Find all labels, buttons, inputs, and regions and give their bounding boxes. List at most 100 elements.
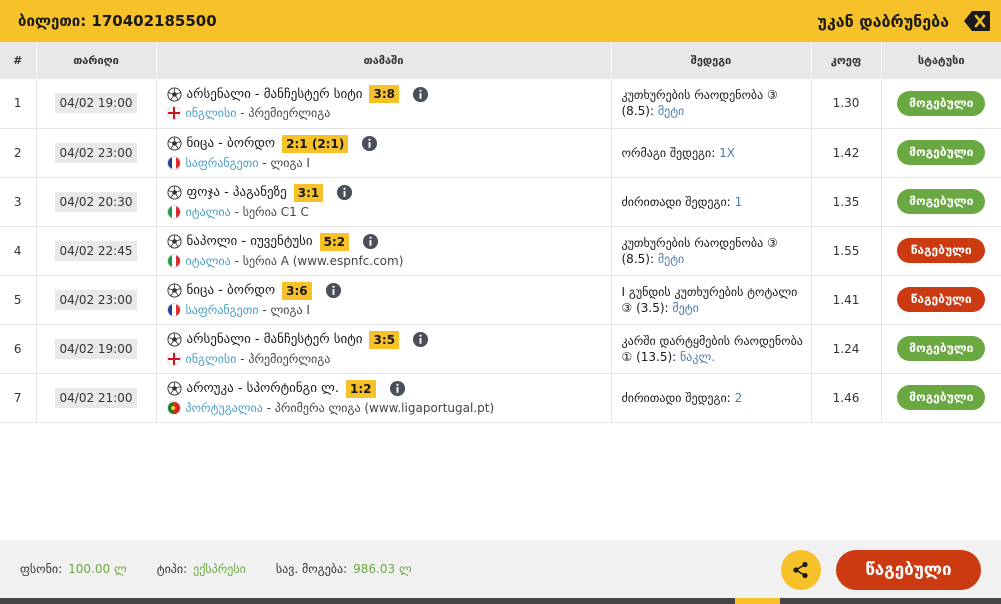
match-date: 04/02 19:00	[54, 338, 138, 359]
bet-market: ორმაგი შედეგი:	[621, 145, 716, 160]
bet-pick: 2	[734, 390, 743, 405]
match-name: აროუკა - სპორტინგი ლ.	[186, 381, 340, 396]
bet-odds: 1.30	[811, 79, 882, 129]
column-header-status: სტატუსი	[881, 42, 1001, 79]
soccer-ball-icon	[166, 234, 182, 249]
payout-stat: სავ. მოგება: 986.03 ლ	[276, 562, 412, 576]
status-badge: მოგებული	[897, 90, 986, 116]
bet-pick: ნაკლ.	[680, 349, 716, 364]
info-icon[interactable]	[412, 86, 429, 103]
ticket-status-button[interactable]: წაგებული	[836, 550, 981, 590]
status-badge: წაგებული	[897, 287, 986, 312]
table-row: 5 04/02 23:00 ნიცა - ბორდო 3:6 საფრანგეთი - …	[0, 275, 1001, 325]
column-header-date: თარიღი	[36, 42, 157, 79]
info-icon[interactable]	[336, 184, 353, 201]
info-icon[interactable]	[412, 331, 429, 348]
stake-value: 100.00 ლ	[68, 562, 127, 576]
match-score: 3:1	[293, 183, 324, 202]
league-name: - პრემიერლიგა	[236, 106, 331, 121]
league-name: - ლიგა I	[258, 302, 310, 317]
match-name: არსენალი - მანჩესტერ სიტი	[186, 86, 363, 102]
share-icon	[793, 561, 808, 579]
league-name: - სერია C1 C	[230, 204, 309, 219]
bet-odds: 1.42	[811, 128, 882, 178]
bottom-strip-highlight	[735, 598, 780, 604]
soccer-ball-icon	[166, 87, 182, 102]
status-badge: მოგებული	[897, 189, 986, 214]
bet-pick: მეტი	[672, 300, 699, 315]
column-header-num: #	[0, 42, 37, 79]
portugal-flag-icon	[166, 400, 181, 415]
ticket-footer: ფსონი: 100.00 ლ ტიპი: ექსპრესი სავ. მოგება…	[0, 540, 1001, 604]
info-icon[interactable]	[361, 135, 378, 152]
match-name: ნაპოლი - იუვენტუსი	[186, 234, 313, 249]
info-icon[interactable]	[362, 233, 379, 250]
league-name: - ლიგა I	[258, 155, 310, 170]
match-date: 04/02 23:00	[54, 289, 138, 310]
country-link[interactable]: ინგლისი	[186, 106, 237, 120]
league-name: - სერია A (www.espnfc.com)	[230, 253, 404, 268]
bet-pick: 1	[734, 194, 743, 209]
england-flag-icon	[166, 351, 181, 366]
match-score: 1:2	[346, 379, 376, 398]
country-link[interactable]: პორტუგალია	[186, 401, 263, 415]
league-name: - პრიმერა ლიგა (www.ligaportugal.pt)	[262, 400, 495, 415]
country-link[interactable]: საფრანგეთი	[186, 156, 259, 170]
info-icon[interactable]	[325, 282, 342, 299]
table-row: 6 04/02 19:00 არსენალი - მანჩესტერ სიტი 3:5…	[0, 324, 1001, 374]
status-badge: მოგებული	[897, 336, 986, 361]
bet-market: I გუნდის კუთხურების ტოტალი ③ (3.5):	[621, 284, 798, 315]
country-link[interactable]: იტალია	[186, 254, 231, 268]
back-button-label: უკან დაბრუნება	[817, 11, 949, 31]
soccer-ball-icon	[166, 185, 182, 200]
column-header-odds: კოეფ	[811, 42, 882, 79]
ticket-title: ბილეთი: 170402185500	[18, 12, 217, 30]
bet-odds: 1.55	[811, 226, 882, 276]
match-score: 3:6	[282, 281, 312, 300]
match-score: 3:5	[369, 330, 399, 349]
status-badge: წაგებული	[897, 238, 986, 263]
match-score: 3:8	[369, 85, 399, 104]
bets-table: # თარიღი თამაში შედეგი კოეფ სტატუსი 1 04/…	[0, 42, 1001, 423]
row-number: 2	[0, 128, 37, 178]
info-icon[interactable]	[389, 380, 406, 397]
table-row: 1 04/02 19:00 არსენალი - მანჩესტერ სიტი 3:8…	[0, 79, 1001, 129]
england-flag-icon	[166, 106, 181, 121]
status-badge: მოგებული	[897, 140, 986, 165]
match-date: 04/02 22:45	[54, 240, 138, 261]
bet-odds: 1.41	[811, 275, 882, 325]
country-link[interactable]: ინგლისი	[186, 352, 237, 366]
soccer-ball-icon	[166, 136, 182, 151]
match-score: 2:1 (2:1)	[282, 134, 349, 153]
match-name: ნიცა - ბორდო	[186, 136, 276, 151]
table-header-row: # თარიღი თამაში შედეგი კოეფ სტატუსი	[0, 42, 1001, 79]
match-name: ფოჯა - პაგანეზე	[186, 185, 287, 200]
bet-odds: 1.35	[811, 177, 882, 227]
row-number: 5	[0, 275, 37, 325]
backspace-close-icon	[964, 11, 990, 31]
stake-label: ფსონი:	[20, 562, 63, 576]
match-date: 04/02 19:00	[54, 93, 138, 114]
back-button[interactable]: უკან დაბრუნება	[817, 10, 991, 32]
row-number: 4	[0, 226, 37, 276]
italy-flag-icon	[166, 204, 181, 219]
soccer-ball-icon	[166, 283, 182, 298]
match-date: 04/02 20:30	[54, 191, 138, 212]
column-header-result: შედეგი	[611, 42, 812, 79]
country-link[interactable]: საფრანგეთი	[186, 303, 259, 317]
share-button[interactable]	[781, 550, 821, 590]
country-link[interactable]: იტალია	[186, 205, 231, 219]
row-number: 3	[0, 177, 37, 227]
status-badge: მოგებული	[897, 385, 986, 410]
france-flag-icon	[166, 302, 181, 317]
bet-odds: 1.46	[811, 373, 882, 423]
soccer-ball-icon	[166, 332, 182, 347]
type-label: ტიპი:	[156, 562, 188, 576]
match-date: 04/02 21:00	[54, 387, 138, 408]
type-stat: ტიპი: ექსპრესი	[157, 562, 246, 576]
france-flag-icon	[166, 155, 181, 170]
bet-market: ძირითადი შედეგი:	[621, 390, 731, 405]
bet-market: ძირითადი შედეგი:	[621, 194, 731, 209]
table-row: 2 04/02 23:00 ნიცა - ბორდო 2:1 (2:1) საფრანგ…	[0, 128, 1001, 178]
match-name: ნიცა - ბორდო	[186, 283, 276, 298]
